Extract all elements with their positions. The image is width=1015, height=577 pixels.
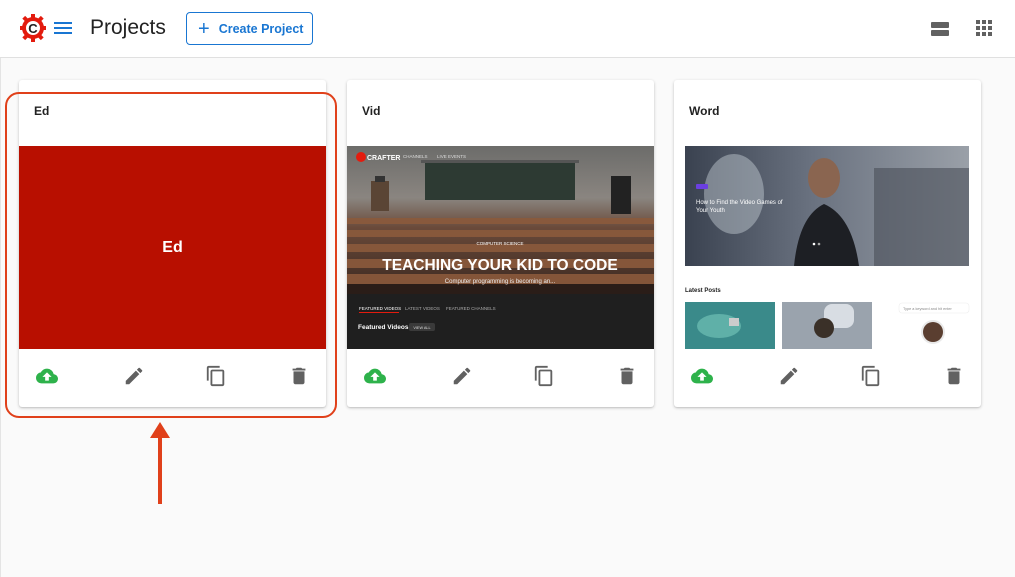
project-thumbnail[interactable]: Ed <box>19 146 326 349</box>
trash-icon[interactable] <box>616 365 638 387</box>
cloud-upload-icon[interactable] <box>691 365 713 387</box>
thumb-tab-latest: LATEST VIDEOS <box>405 306 440 311</box>
thumb-tab-channels: FEATURED CHANNELS <box>446 306 496 311</box>
project-title: Ed <box>34 104 50 118</box>
thumb-sub: Computer programming is becoming an... <box>445 279 556 285</box>
thumbnail-text: Ed <box>162 238 183 256</box>
thumb-section: Featured Videos <box>358 324 409 331</box>
crafter-logo-icon[interactable]: C <box>20 14 46 42</box>
pencil-icon[interactable] <box>451 365 473 387</box>
trash-icon[interactable] <box>288 365 310 387</box>
project-card-word[interactable]: Word How to Find the Video Games of Your… <box>674 80 981 407</box>
card-actions <box>19 365 326 389</box>
page-title: Projects <box>90 16 166 39</box>
thumb-tab-featured: FEATURED VIDEOS <box>359 306 401 311</box>
thumb-latest-posts: Latest Posts <box>685 288 721 294</box>
content-left-border <box>0 58 1 577</box>
trash-icon[interactable] <box>943 365 965 387</box>
copy-icon[interactable] <box>205 365 227 387</box>
top-app-bar: C Projects + Create Project <box>0 0 1015 58</box>
pencil-icon[interactable] <box>123 365 145 387</box>
pencil-icon[interactable] <box>778 365 800 387</box>
create-project-button[interactable]: + Create Project <box>186 12 313 45</box>
thumb-nav-channels: CHANNELS <box>403 154 428 159</box>
copy-icon[interactable] <box>533 365 555 387</box>
hamburger-menu-icon[interactable] <box>53 20 73 36</box>
create-project-label: Create Project <box>218 21 304 36</box>
cloud-upload-icon[interactable] <box>36 365 58 387</box>
thumb-nav-live: LIVE EVENTS <box>437 154 466 159</box>
annotation-arrow-icon <box>150 422 170 504</box>
list-view-icon[interactable] <box>931 21 949 37</box>
project-title: Word <box>689 104 720 118</box>
card-actions <box>347 365 654 389</box>
svg-text:C: C <box>28 21 38 36</box>
grid-view-icon[interactable] <box>976 20 992 36</box>
project-card-vid[interactable]: Vid CRAFTER CHANNELS LIVE EVENTS COMPUTE… <box>347 80 654 407</box>
card-actions <box>674 365 981 389</box>
thumb-kicker: COMPUTER SCIENCE <box>476 241 523 246</box>
thumb-view-all: VIEW ALL <box>413 326 430 330</box>
project-card-ed[interactable]: Ed Ed <box>19 80 326 407</box>
thumb-brand: CRAFTER <box>367 155 400 162</box>
plus-icon: + <box>198 17 210 40</box>
thumb-headline: TEACHING YOUR KID TO CODE <box>382 257 617 274</box>
copy-icon[interactable] <box>860 365 882 387</box>
project-thumbnail[interactable]: CRAFTER CHANNELS LIVE EVENTS COMPUTER SC… <box>347 146 654 349</box>
thumb-search-placeholder: Type a keyword and hit enter <box>903 307 952 311</box>
project-title: Vid <box>362 104 381 118</box>
cloud-upload-icon[interactable] <box>364 365 386 387</box>
project-thumbnail[interactable]: How to Find the Video Games of Your Yout… <box>674 146 981 349</box>
